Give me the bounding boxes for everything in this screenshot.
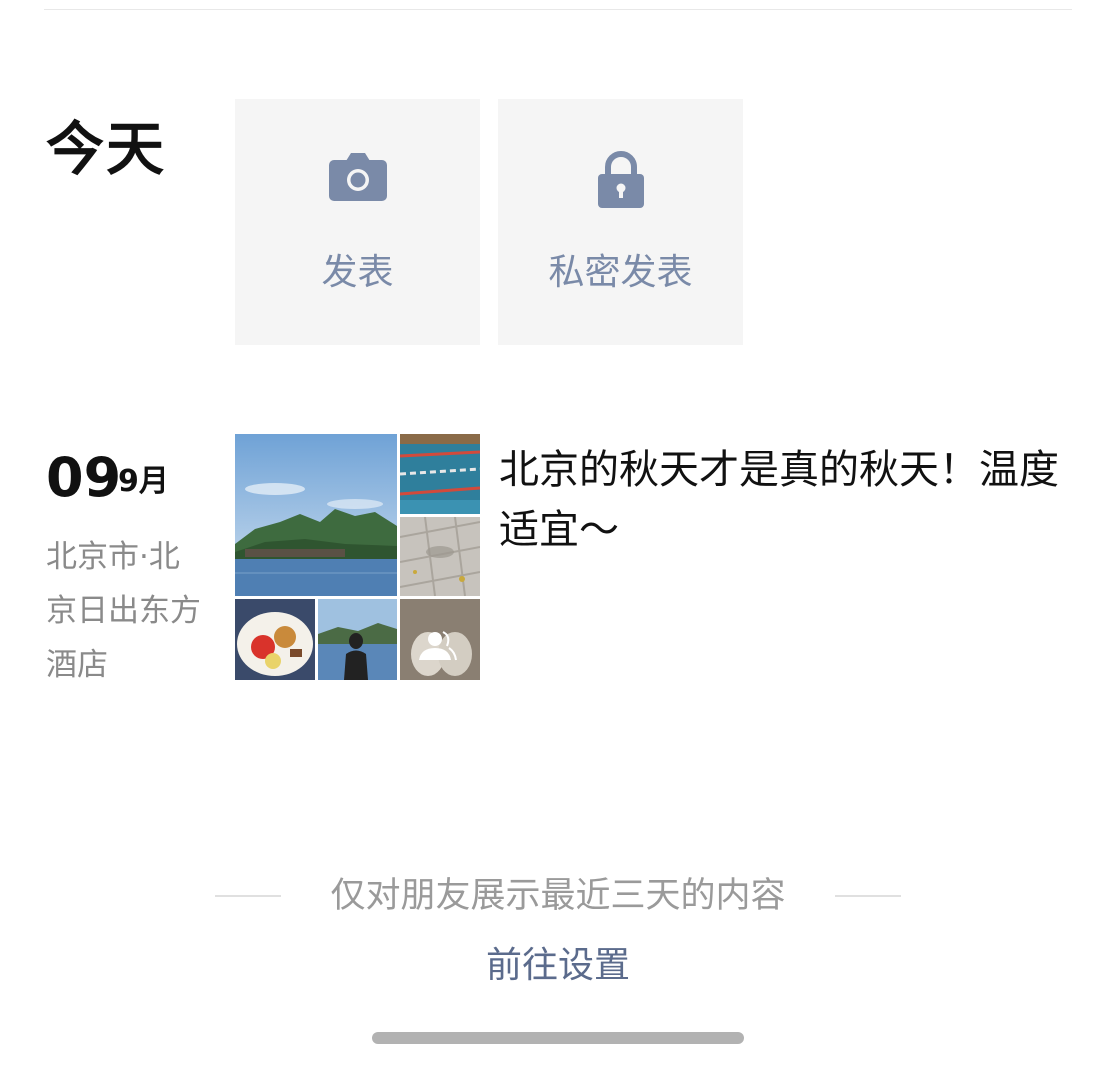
post-month: 9月 (118, 464, 169, 499)
post-text[interactable]: 北京的秋天才是真的秋天！温度适宜～ (499, 440, 1059, 560)
private-post-button-label: 私密发表 (548, 252, 693, 293)
person-by-lake-photo[interactable] (318, 599, 397, 680)
post-button[interactable]: 发表 (235, 99, 480, 345)
post-photo-grid[interactable] (235, 434, 480, 680)
post-day: 09 (46, 446, 122, 509)
footer-divider-left (215, 895, 281, 897)
footer-note: 仅对朋友展示最近三天的内容 (330, 876, 786, 916)
pavement-photo[interactable] (400, 517, 480, 596)
footer-divider-right (835, 895, 901, 897)
food-plate-photo[interactable] (235, 599, 315, 680)
today-heading: 今天 (46, 115, 167, 183)
friends-visibility-icon (417, 630, 457, 666)
home-indicator[interactable] (372, 1032, 744, 1044)
post-button-label: 发表 (321, 252, 394, 293)
private-post-button[interactable]: 私密发表 (498, 99, 743, 345)
lock-icon (597, 151, 645, 213)
post-location[interactable]: 北京市·北京日出东方酒店 (46, 530, 206, 692)
swimming-pool-photo[interactable] (400, 434, 480, 514)
go-to-settings-link[interactable]: 前往设置 (380, 942, 736, 990)
top-divider (44, 9, 1072, 10)
camera-icon (328, 151, 387, 205)
lake-mountain-photo[interactable] (235, 434, 397, 596)
